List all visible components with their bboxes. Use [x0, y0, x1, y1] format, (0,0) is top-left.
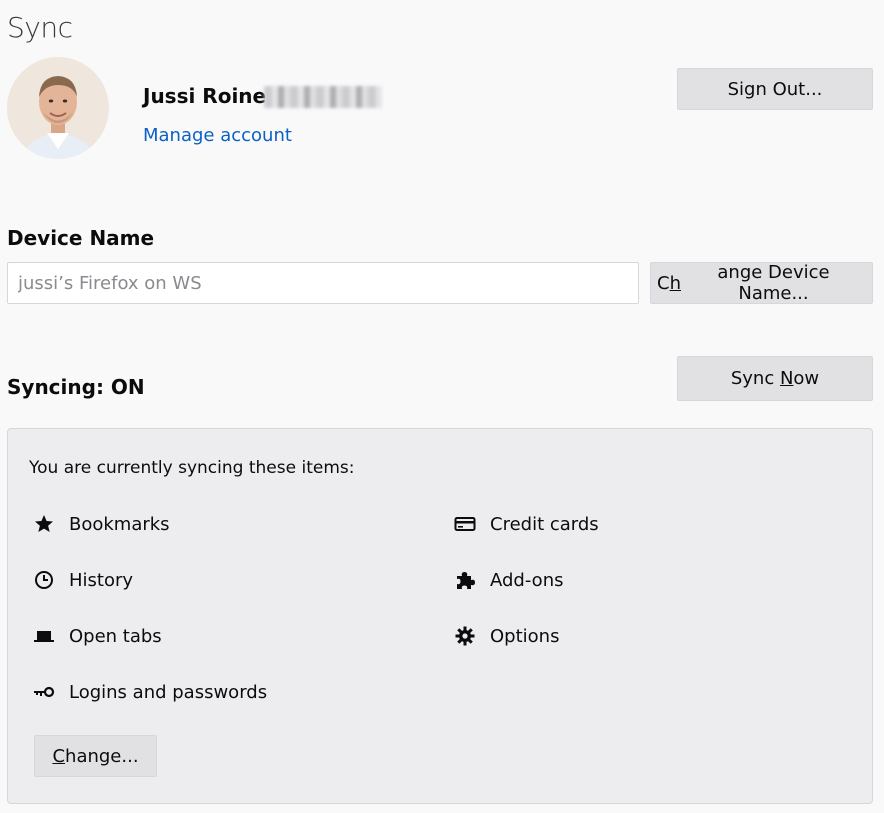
gear-icon	[454, 625, 476, 647]
sync-item-bookmarks: Bookmarks	[33, 512, 170, 536]
label-part: ow	[793, 368, 820, 389]
puzzle-icon	[454, 569, 476, 591]
key-icon	[33, 681, 55, 703]
accesskey: N	[779, 368, 794, 389]
accesskey: C	[52, 745, 66, 767]
accesskey: h	[669, 272, 681, 294]
sync-item-label: Options	[490, 625, 560, 647]
credit-card-icon	[454, 513, 476, 535]
sync-item-history: History	[33, 568, 133, 592]
device-name-heading: Device Name	[7, 226, 155, 250]
profile-name: Jussi Roine	[143, 84, 267, 108]
change-sync-items-button[interactable]: Change...	[34, 735, 157, 777]
sync-item-logins: Logins and passwords	[33, 680, 267, 704]
tab-icon	[33, 625, 55, 647]
sync-item-label: Open tabs	[69, 625, 162, 647]
clock-icon	[33, 569, 55, 591]
label-part: C	[657, 272, 670, 294]
sync-item-label: Logins and passwords	[69, 681, 268, 703]
sync-item-open-tabs: Open tabs	[33, 624, 162, 648]
star-icon	[33, 513, 55, 535]
avatar	[7, 57, 109, 159]
sync-intro-text: You are currently syncing these items:	[29, 458, 355, 478]
sync-item-label: History	[69, 569, 134, 591]
change-device-name-button[interactable]: Ch ange Device Name...	[650, 262, 873, 304]
sync-item-label: Bookmarks	[69, 513, 170, 535]
label-part: hange...	[65, 745, 139, 767]
sync-status: Syncing: ON	[7, 375, 145, 399]
sync-item-options: Options	[454, 624, 559, 648]
sync-item-label: Credit cards	[490, 513, 599, 535]
label-part: ange Device Name...	[717, 262, 830, 304]
device-name-input[interactable]	[7, 262, 639, 304]
sync-item-label: Add-ons	[490, 569, 564, 591]
manage-account-link[interactable]: Manage account	[143, 125, 292, 146]
sync-now-button[interactable]: Sync Now	[677, 356, 873, 401]
sign-out-button[interactable]: Sign Out...	[677, 68, 873, 110]
sync-item-add-ons: Add-ons	[454, 568, 563, 592]
redacted-email	[264, 86, 382, 108]
label-part: Sync	[730, 368, 780, 389]
page-title: Sync	[7, 11, 73, 44]
sync-item-credit-cards: Credit cards	[454, 512, 599, 536]
